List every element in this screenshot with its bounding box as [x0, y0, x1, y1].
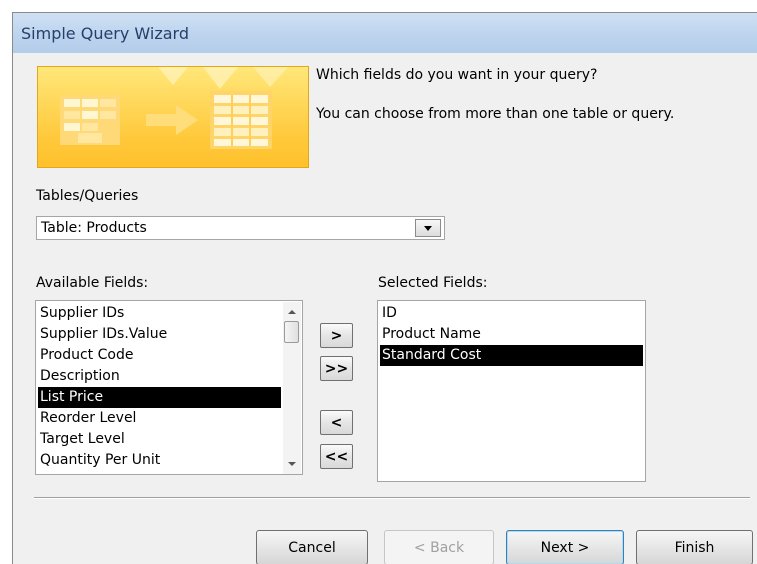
wizard-illustration [37, 66, 309, 168]
tables-queries-value: Table: Products [41, 220, 147, 236]
list-item[interactable]: Description [38, 366, 281, 387]
remove-field-button[interactable]: < [320, 410, 353, 435]
prompt-choose-multiple: You can choose from more than one table … [316, 106, 675, 122]
list-item[interactable]: Target Level [38, 429, 281, 450]
available-fields-label: Available Fields: [36, 275, 149, 291]
scroll-up-button[interactable] [283, 304, 301, 320]
available-fields-scrollbar[interactable] [283, 302, 301, 474]
list-item[interactable]: Supplier IDs.Value [38, 324, 281, 345]
dropdown-button[interactable] [415, 219, 441, 237]
list-item[interactable]: Supplier IDs [38, 303, 281, 324]
list-item[interactable]: Reorder Level [38, 408, 281, 429]
selected-fields-list[interactable]: ID Product Name Standard Cost [377, 300, 646, 482]
next-label: Next > [540, 540, 590, 556]
finish-label: Finish [674, 540, 715, 556]
finish-button[interactable]: Finish [636, 530, 753, 564]
add-all-fields-button[interactable]: >> [320, 356, 353, 381]
add-field-button[interactable]: > [320, 323, 353, 348]
arrow-right-icon [146, 105, 198, 135]
list-item[interactable]: Product Name [380, 324, 643, 345]
table-transfer-illustration [60, 67, 288, 149]
footer-separator [34, 497, 750, 499]
chevron-down-icon [424, 226, 432, 231]
selected-fields-label: Selected Fields: [378, 275, 488, 291]
back-label: < Back [413, 540, 465, 556]
list-item-selected[interactable]: List Price [38, 387, 281, 408]
available-fields-list[interactable]: Supplier IDs Supplier IDs.Value Product … [35, 300, 303, 475]
destination-table-icon [210, 91, 272, 149]
scroll-up-icon [288, 310, 296, 314]
back-button: < Back [384, 530, 494, 564]
source-table-icon [60, 95, 120, 145]
tables-queries-label: Tables/Queries [36, 188, 139, 204]
list-item[interactable]: Product Code [38, 345, 281, 366]
remove-all-fields-button[interactable]: << [320, 444, 353, 469]
cancel-label: Cancel [288, 540, 336, 556]
scroll-down-icon [288, 462, 296, 466]
list-item-selected[interactable]: Standard Cost [380, 345, 643, 366]
window-title: Simple Query Wizard [21, 24, 189, 43]
list-item[interactable]: ID [380, 303, 643, 324]
screenshot-frame: Simple Query Wizard Which fields do you … [0, 0, 757, 564]
tables-queries-dropdown[interactable]: Table: Products [36, 216, 445, 240]
next-button[interactable]: Next > [506, 530, 624, 564]
cancel-button[interactable]: Cancel [256, 530, 368, 564]
title-bar[interactable]: Simple Query Wizard [13, 13, 757, 53]
wizard-body: Which fields do you want in your query? … [16, 53, 757, 564]
scroll-thumb[interactable] [284, 321, 299, 343]
scroll-down-button[interactable] [283, 456, 301, 472]
prompt-which-fields: Which fields do you want in your query? [316, 67, 598, 83]
list-item[interactable]: Quantity Per Unit [38, 450, 281, 471]
wizard-window: Simple Query Wizard Which fields do you … [12, 12, 757, 564]
